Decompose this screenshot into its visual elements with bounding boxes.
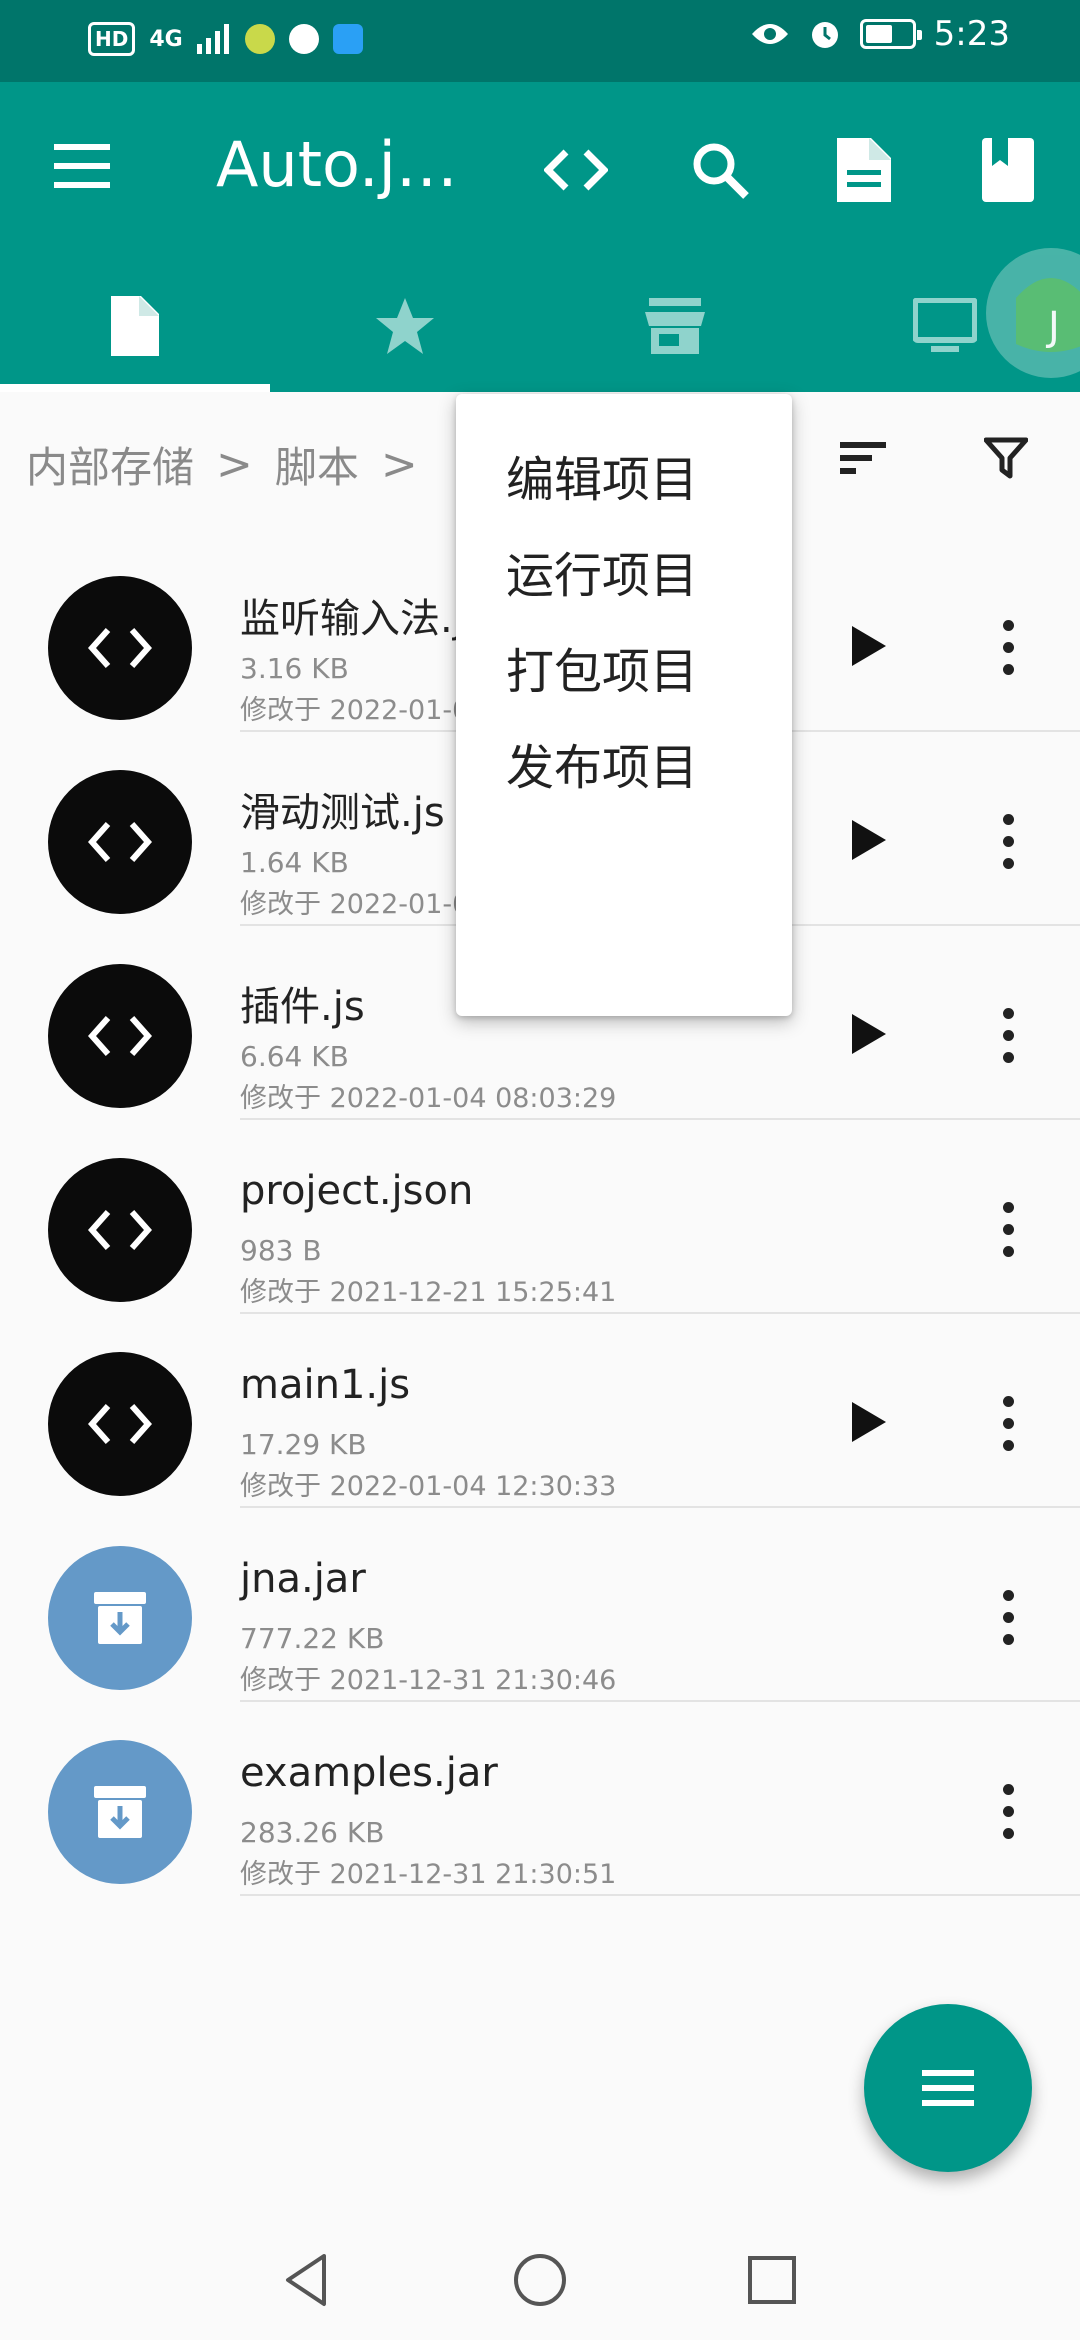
fab-menu-button[interactable] [864, 2004, 1032, 2172]
code-icon[interactable] [540, 134, 612, 206]
file-modified-date: 修改于 2022-01-04 08:03:29 [240, 1083, 617, 1114]
run-icon[interactable] [846, 1398, 890, 1446]
status-bar: HD 4G 5:23 [0, 0, 1080, 82]
file-size: 3.16 KB [240, 652, 349, 685]
file-modified-date: 修改于 2022-01-04 12:30:33 [240, 1471, 617, 1502]
breadcrumb-item-scripts[interactable]: 脚本 [275, 434, 359, 495]
android-notify-icon [244, 24, 275, 54]
document-icon[interactable] [828, 134, 900, 206]
file-modified-date: 修改于 2021-12-31 21:30:51 [240, 1859, 617, 1890]
file-icon [111, 296, 159, 356]
run-icon[interactable] [846, 816, 890, 864]
sort-icon[interactable] [836, 438, 892, 478]
breadcrumb-separator: > [216, 439, 253, 490]
store-icon [645, 298, 705, 354]
more-options-icon[interactable] [996, 1588, 1020, 1648]
breadcrumb-separator: > [380, 439, 418, 490]
app-bar: Auto.j… [0, 82, 1080, 392]
hd-badge: HD [88, 22, 136, 56]
home-icon[interactable] [508, 2248, 572, 2312]
more-options-icon[interactable] [996, 1782, 1020, 1842]
eye-icon [751, 24, 788, 44]
file-name: jna.jar [240, 1556, 366, 1602]
file-size: 17.29 KB [240, 1428, 367, 1461]
file-size: 283.26 KB [240, 1816, 385, 1849]
tab-store[interactable] [540, 260, 810, 392]
search-notify-icon [332, 24, 363, 54]
back-icon[interactable] [276, 2248, 340, 2312]
project-popup-menu: 编辑项目 运行项目 打包项目 发布项目 [456, 394, 792, 1016]
system-nav-bar [0, 2220, 1080, 2340]
run-icon[interactable] [846, 622, 890, 670]
alarm-icon [811, 22, 838, 48]
archive-file-icon [48, 1740, 192, 1884]
file-name: 监听输入法.js [240, 596, 485, 642]
script-file-icon [48, 1158, 192, 1302]
more-options-icon[interactable] [996, 618, 1020, 678]
menu-item-edit-project[interactable]: 编辑项目 [506, 440, 698, 510]
tab-bar [0, 260, 1080, 392]
tab-files[interactable] [0, 260, 270, 392]
floating-js-icon[interactable]: J [986, 248, 1080, 378]
row-divider [240, 1894, 1080, 1896]
file-row[interactable]: examples.jar 283.26 KB 修改于 2021-12-31 21:3… [0, 1700, 1080, 1896]
search-icon[interactable] [684, 134, 756, 206]
tab-indicator [0, 384, 270, 392]
file-row[interactable]: project.json 983 B 修改于 2021-12-21 15:25:41 [0, 1118, 1080, 1314]
file-size: 1.64 KB [240, 846, 349, 879]
menu-lines-icon [922, 2070, 974, 2106]
more-options-icon[interactable] [996, 1394, 1020, 1454]
file-name: 插件.js [240, 984, 365, 1030]
script-file-icon [48, 1352, 192, 1496]
menu-item-run-project[interactable]: 运行项目 [506, 536, 698, 606]
svg-text:J: J [1045, 304, 1060, 350]
tab-starred[interactable] [270, 260, 540, 392]
file-row[interactable]: main1.js 17.29 KB 修改于 2022-01-04 12:30:33 [0, 1312, 1080, 1508]
file-size: 6.64 KB [240, 1040, 349, 1073]
file-modified-date: 修改于 2021-12-31 21:30:46 [240, 1665, 617, 1696]
status-left: HD 4G [88, 22, 363, 56]
status-right: 5:23 [750, 14, 1010, 54]
menu-item-build-project[interactable]: 打包项目 [506, 632, 698, 702]
browser-notify-icon [288, 24, 319, 54]
file-name: project.json [240, 1168, 474, 1214]
status-time: 5:23 [933, 14, 1010, 54]
script-file-icon [48, 576, 192, 720]
menu-icon[interactable] [54, 144, 114, 192]
run-icon[interactable] [846, 1010, 890, 1058]
file-name: 滑动测试.js [240, 790, 445, 836]
battery-icon [859, 19, 922, 49]
file-size: 777.22 KB [240, 1622, 385, 1655]
bookmark-icon[interactable] [972, 134, 1044, 206]
star-icon [376, 298, 434, 354]
file-size: 983 B [240, 1234, 322, 1267]
file-name: main1.js [240, 1362, 411, 1408]
monitor-icon [913, 298, 977, 352]
signal-label: 4G [149, 26, 183, 52]
file-modified-date: 修改于 2021-12-21 15:25:41 [240, 1277, 617, 1308]
breadcrumb-item-internal-storage[interactable]: 内部存储 [26, 434, 194, 495]
script-file-icon [48, 964, 192, 1108]
filter-icon[interactable] [984, 436, 1028, 480]
more-options-icon[interactable] [996, 812, 1020, 872]
menu-item-publish-project[interactable]: 发布项目 [506, 728, 698, 798]
more-options-icon[interactable] [996, 1006, 1020, 1066]
script-file-icon [48, 770, 192, 914]
file-row[interactable]: jna.jar 777.22 KB 修改于 2021-12-31 21:30:46 [0, 1506, 1080, 1702]
app-title: Auto.j… [216, 128, 458, 201]
archive-file-icon [48, 1546, 192, 1690]
recents-icon[interactable] [740, 2248, 804, 2312]
file-name: examples.jar [240, 1750, 498, 1796]
more-options-icon[interactable] [996, 1200, 1020, 1260]
signal-bars-icon [196, 24, 229, 54]
breadcrumb: 内部存储 > 脚本 > [26, 434, 418, 495]
